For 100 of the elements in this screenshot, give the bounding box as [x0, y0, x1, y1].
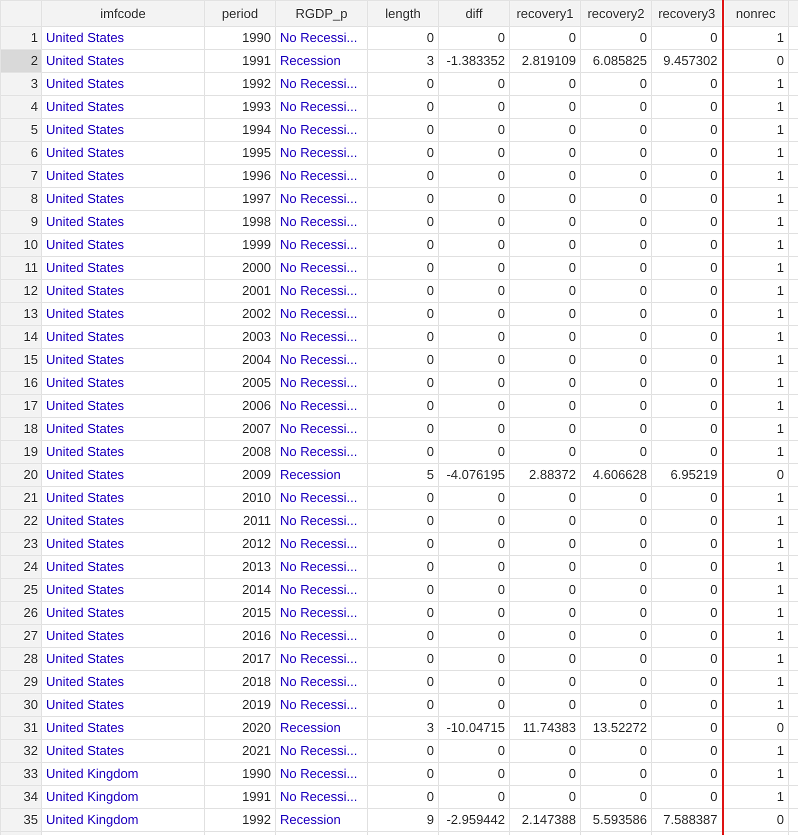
column-header[interactable]: recovery2	[580, 0, 652, 26]
row-number[interactable]: 34	[0, 786, 42, 808]
row-number[interactable]: 6	[0, 142, 42, 164]
row-number[interactable]: 3	[0, 72, 42, 96]
table-cell: 0	[438, 556, 510, 578]
table-cell: 1	[722, 210, 788, 234]
table-cell: 2021	[204, 740, 276, 762]
row-number[interactable]: 4	[0, 96, 42, 118]
table-cell: 0	[368, 234, 438, 256]
row-number[interactable]: 10	[0, 234, 42, 256]
table-cell: 0	[580, 96, 652, 118]
row-number[interactable]: 29	[0, 670, 42, 694]
table-cell: No Recessi...	[276, 602, 368, 624]
row-number[interactable]: 26	[0, 602, 42, 624]
column-header[interactable]: imfcode	[42, 0, 204, 26]
row-number[interactable]: 8	[0, 188, 42, 210]
table-cell: United States	[42, 532, 204, 556]
table-cell: 2008	[204, 440, 276, 464]
row-number[interactable]: 7	[0, 164, 42, 188]
table-cell: 0	[438, 210, 510, 234]
row-number[interactable]: 13	[0, 302, 42, 326]
row-number[interactable]: 12	[0, 280, 42, 302]
row-number[interactable]: 30	[0, 694, 42, 716]
column-header[interactable]: period	[204, 0, 276, 26]
table-cell: 0	[438, 234, 510, 256]
table-cell: United States	[42, 302, 204, 326]
table-cell: 4.606628	[580, 464, 652, 486]
row-number[interactable]: 27	[0, 624, 42, 648]
table-cell: 1	[722, 762, 788, 786]
row-number[interactable]: 33	[0, 762, 42, 786]
table-cell: United States	[42, 694, 204, 716]
table-cell: 5.593586	[580, 808, 652, 832]
column-header[interactable]: recovery1	[510, 0, 580, 26]
row-number[interactable]: 17	[0, 394, 42, 418]
table-cell: 0	[510, 394, 580, 418]
table-cell: 2015	[204, 602, 276, 624]
table-cell: No Recessi...	[276, 648, 368, 670]
row-number[interactable]: 5	[0, 118, 42, 142]
table-cell: 0	[438, 142, 510, 164]
table-cell: 0	[368, 326, 438, 348]
table-cell: Recession	[276, 716, 368, 740]
table-cell: 0	[438, 670, 510, 694]
table-cell: 0	[368, 740, 438, 762]
row-number[interactable]: 28	[0, 648, 42, 670]
row-number[interactable]: 19	[0, 440, 42, 464]
column-header[interactable]: RGDP_p	[276, 0, 368, 26]
table-cell: 1	[722, 118, 788, 142]
table-cell: 0	[438, 26, 510, 50]
row-number[interactable]: 15	[0, 348, 42, 372]
table-cell: 0	[722, 808, 788, 832]
table-cell: 0	[368, 670, 438, 694]
table-cell: No Recessi...	[276, 234, 368, 256]
table-cell: 0	[368, 372, 438, 394]
table-cell: 2002	[204, 302, 276, 326]
row-number[interactable]: 25	[0, 578, 42, 602]
table-cell: 2011	[204, 510, 276, 532]
row-number[interactable]: 24	[0, 556, 42, 578]
table-cell: United States	[42, 256, 204, 280]
table-cell: 2020	[204, 716, 276, 740]
row-number[interactable]: 16	[0, 372, 42, 394]
row-number[interactable]: 22	[0, 510, 42, 532]
row-number[interactable]: 2	[0, 50, 42, 72]
table-cell: United States	[42, 464, 204, 486]
column-header[interactable]: nonrec	[722, 0, 788, 26]
row-number[interactable]: 11	[0, 256, 42, 280]
table-cell: 1	[722, 164, 788, 188]
table-cell: 0	[510, 96, 580, 118]
row-number[interactable]: 32	[0, 740, 42, 762]
row-number[interactable]: 35	[0, 808, 42, 832]
column-header[interactable]: recovery3	[652, 0, 722, 26]
table-cell: 0	[368, 762, 438, 786]
row-number[interactable]: 20	[0, 464, 42, 486]
table-cell: No Recessi...	[276, 418, 368, 440]
table-cell: 2017	[204, 648, 276, 670]
row-number[interactable]: 18	[0, 418, 42, 440]
table-cell: 0	[580, 234, 652, 256]
table-cell: 1	[722, 532, 788, 556]
table-cell: 1997	[204, 188, 276, 210]
row-number[interactable]: 23	[0, 532, 42, 556]
table-cell: 0	[510, 348, 580, 372]
table-cell: 0	[368, 142, 438, 164]
table-cell: 0	[510, 418, 580, 440]
row-number[interactable]: 31	[0, 716, 42, 740]
row-number[interactable]: 1	[0, 26, 42, 50]
table-cell: United Kingdom	[42, 808, 204, 832]
column-header[interactable]: length	[368, 0, 438, 26]
row-number[interactable]: 9	[0, 210, 42, 234]
table-cell: 0	[438, 602, 510, 624]
column-header[interactable]: diff	[438, 0, 510, 26]
table-cell: United States	[42, 670, 204, 694]
table-cell: 1	[722, 26, 788, 50]
row-number[interactable]: 14	[0, 326, 42, 348]
table-cell: 2006	[204, 394, 276, 418]
table-cell: 0	[580, 510, 652, 532]
row-number[interactable]: 21	[0, 486, 42, 510]
table-cell: United States	[42, 280, 204, 302]
table-cell: 0	[368, 578, 438, 602]
table-cell: 1	[722, 556, 788, 578]
table-cell: 0	[510, 578, 580, 602]
table-cell: United States	[42, 348, 204, 372]
